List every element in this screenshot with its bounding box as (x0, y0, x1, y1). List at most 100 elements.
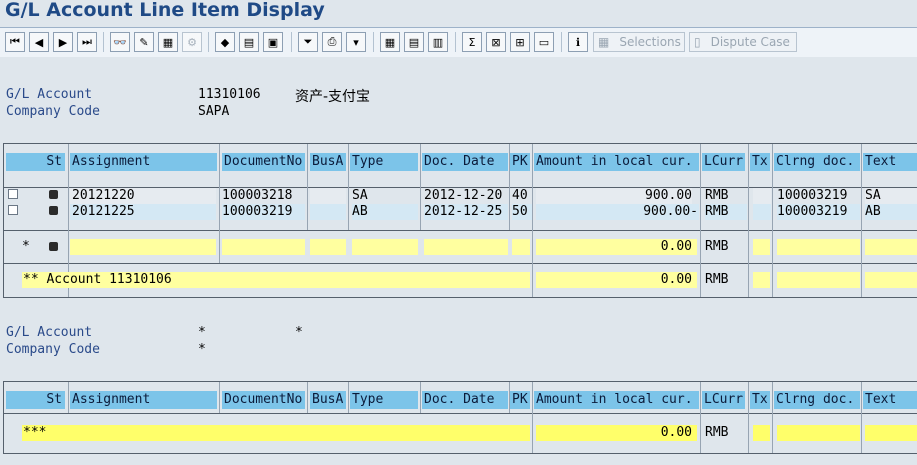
subtotal-assignment (70, 239, 216, 255)
layout-icon[interactable]: ▦ (380, 32, 400, 52)
column-divider (348, 144, 349, 230)
row-select-checkbox[interactable] (8, 189, 18, 199)
subtotal-clrng-doc (777, 239, 860, 255)
selections-label: Selections (619, 35, 681, 49)
subtotal-pk (512, 239, 530, 255)
subtotal-lcurr: RMB (705, 239, 729, 254)
dispute-case-icon: ▯ (694, 35, 701, 49)
cell-doc-date: 2012-12-20 (424, 188, 503, 203)
column-divider (68, 382, 69, 413)
col-clrng-doc[interactable]: Clrng doc. (774, 153, 860, 171)
selections-icon: ▦ (598, 35, 610, 49)
gl-account-text-2: * (295, 325, 303, 340)
abc-analysis-icon[interactable]: ▭ (534, 32, 554, 52)
col-document-no[interactable]: DocumentNo (222, 153, 305, 171)
col-lcurr[interactable]: LCurr (702, 391, 745, 409)
document-icon[interactable]: ▤ (239, 32, 259, 52)
cell-pk: 50 (512, 204, 532, 220)
mass-change-icon[interactable]: ⚙ (182, 32, 202, 52)
col-lcurr[interactable]: LCurr (702, 153, 745, 171)
col-text[interactable]: Text (863, 391, 917, 409)
cell-text: AB (865, 204, 917, 220)
cell-clrng-doc: 100003219 (777, 204, 860, 220)
gl-account-value: 11310106 (198, 87, 261, 102)
column-divider (532, 382, 533, 453)
col-doc-date[interactable]: Doc. Date (422, 391, 508, 409)
grand-total-clrng-doc (777, 425, 860, 441)
cell-clrng-doc: 100003219 (777, 188, 848, 203)
company-code-value-2: * (198, 342, 206, 357)
layout-save-icon[interactable]: ▥ (428, 32, 448, 52)
cell-document-no[interactable]: 100003219 (222, 204, 305, 220)
display-glasses-icon[interactable]: 👓 (110, 32, 130, 52)
col-bus-a[interactable]: BusA (310, 391, 346, 409)
subtotal-tx (753, 239, 770, 255)
col-text[interactable]: Text (863, 153, 917, 171)
col-tx[interactable]: Tx (750, 153, 770, 171)
column-divider (420, 144, 421, 230)
filter-icon[interactable]: ⏷ (298, 32, 318, 52)
export-icon[interactable]: ⊞ (510, 32, 530, 52)
total-icon[interactable]: ▾ (346, 32, 366, 52)
col-assignment[interactable]: Assignment (70, 391, 217, 409)
cell-amount: 900.00- (536, 204, 699, 220)
selections-button[interactable]: ▦ Selections (593, 32, 685, 52)
col-st[interactable]: St (6, 153, 65, 171)
col-bus-a[interactable]: BusA (310, 153, 346, 171)
tree-icon[interactable]: ◆ (215, 32, 235, 52)
cell-pk: 40 (512, 188, 528, 203)
gl-account-text: 资产-支付宝 (295, 89, 371, 105)
sum-icon[interactable]: Σ (462, 32, 482, 52)
col-amount[interactable]: Amount in local cur. (534, 391, 699, 409)
print-icon[interactable]: ⎙ (322, 32, 342, 52)
col-clrng-doc[interactable]: Clrng doc. (774, 391, 860, 409)
gl-account-label: G/L Account (6, 87, 93, 102)
layout-change-icon[interactable]: ▤ (404, 32, 424, 52)
cell-bus-a (310, 188, 346, 204)
col-type[interactable]: Type (350, 391, 418, 409)
cell-amount: 900.00 (536, 188, 692, 204)
grand-total-lcurr: RMB (705, 425, 729, 440)
account-total-lcurr: RMB (705, 272, 729, 287)
document-overview-icon[interactable]: ▦ (158, 32, 178, 52)
first-page-icon[interactable]: ⏮ (5, 32, 25, 52)
next-page-icon[interactable]: ▶ (53, 32, 73, 52)
col-amount[interactable]: Amount in local cur. (534, 153, 699, 171)
toolbar-separator (208, 32, 209, 52)
application-toolbar: ⏮ ◀ ▶ ⏭ 👓 ✎ ▦ ⚙ ◆ ▤ ▣ ⏷ ⎙ ▾ ▦ ▤ ▥ Σ ⊠ ⊞ … (0, 27, 917, 58)
subtotal-doc-date (424, 239, 508, 255)
col-pk[interactable]: PK (510, 153, 530, 171)
col-st[interactable]: St (6, 391, 65, 409)
previous-page-icon[interactable]: ◀ (29, 32, 49, 52)
col-document-no[interactable]: DocumentNo (222, 391, 305, 409)
column-divider (509, 382, 510, 413)
grand-total-text (865, 425, 917, 441)
row-select-checkbox[interactable] (8, 205, 18, 215)
dispute-case-label: Dispute Case (710, 35, 790, 49)
cell-lcurr: RMB (705, 188, 729, 203)
col-tx[interactable]: Tx (750, 391, 770, 409)
col-assignment[interactable]: Assignment (70, 153, 217, 171)
grand-total-label: *** (22, 425, 530, 441)
cell-doc-date: 2012-12-25 (424, 204, 508, 220)
column-divider (532, 144, 533, 297)
column-divider (700, 382, 701, 453)
last-page-icon[interactable]: ⏭ (77, 32, 97, 52)
col-pk[interactable]: PK (510, 391, 530, 409)
column-divider (219, 144, 220, 263)
subtotal-bus-a (310, 239, 346, 255)
details-icon[interactable]: ▣ (263, 32, 283, 52)
subtotal-icon[interactable]: ⊠ (486, 32, 506, 52)
info-icon[interactable]: ℹ (568, 32, 588, 52)
cell-document-no[interactable]: 100003218 (222, 188, 305, 204)
company-code-label: Company Code (6, 104, 100, 119)
title-bar: G/L Account Line Item Display (0, 0, 917, 26)
col-doc-date[interactable]: Doc. Date (422, 153, 508, 171)
account-total-tx (753, 272, 770, 288)
change-pencil-icon[interactable]: ✎ (134, 32, 154, 52)
dispute-case-button[interactable]: ▯ Dispute Case (689, 32, 797, 52)
grand-total-table: St Assignment DocumentNo BusA Type Doc. … (3, 381, 917, 454)
col-type[interactable]: Type (350, 153, 418, 171)
column-divider (420, 382, 421, 413)
gl-account-value-2: * (198, 325, 206, 340)
